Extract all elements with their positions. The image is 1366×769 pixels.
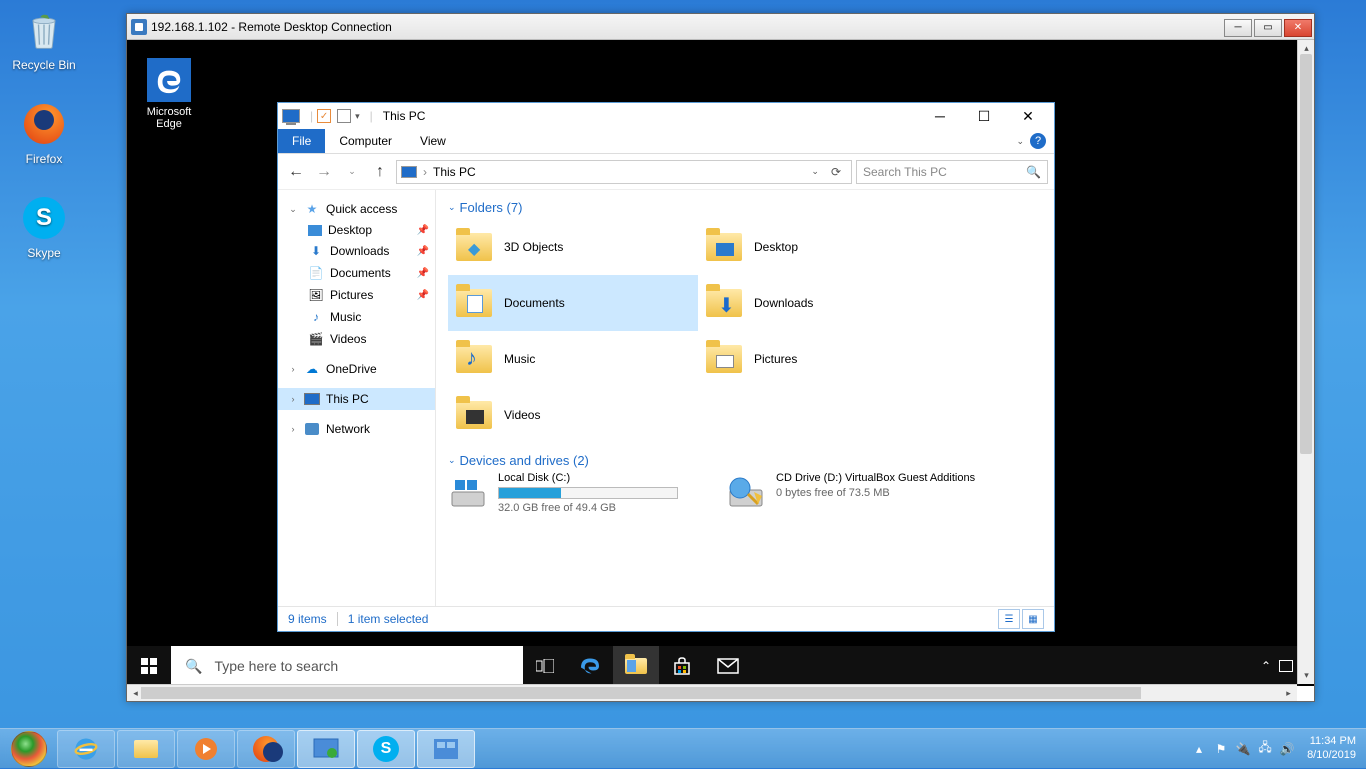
host-taskbar-media[interactable] (177, 730, 235, 768)
tab-file[interactable]: File (278, 129, 325, 153)
tray-show-hidden-icon[interactable]: ▴ (1191, 741, 1207, 757)
taskbar-mail[interactable] (705, 646, 751, 686)
search-box[interactable]: Search This PC 🔍 (856, 160, 1048, 184)
host-system-tray: ▴ ⚑ 🔌 🖧 🔊 11:34 PM 8/10/2019 (1191, 735, 1364, 761)
host-taskbar-ie[interactable] (57, 730, 115, 768)
firefox-icon[interactable]: Firefox (6, 100, 82, 166)
folder-pictures[interactable]: Pictures (698, 331, 948, 387)
folder-documents[interactable]: Documents (448, 275, 698, 331)
nav-desktop[interactable]: Desktop📌 (298, 220, 435, 240)
nav-documents[interactable]: 📄Documents📌 (298, 262, 435, 284)
folder-music[interactable]: ♪Music (448, 331, 698, 387)
host-taskbar-skype[interactable]: S (357, 730, 415, 768)
refresh-icon[interactable]: ⟳ (825, 165, 847, 179)
explorer-minimize-button[interactable]: ─ (918, 103, 962, 129)
rdp-titlebar[interactable]: 192.168.1.102 - Remote Desktop Connectio… (127, 14, 1314, 40)
host-taskbar: S ▴ ⚑ 🔌 🖧 🔊 11:34 PM 8/10/2019 (0, 728, 1366, 768)
tray-clock[interactable]: 11:34 PM 8/10/2019 (1301, 735, 1356, 761)
rdp-title-text: 192.168.1.102 - Remote Desktop Connectio… (151, 20, 392, 34)
rdp-window: 192.168.1.102 - Remote Desktop Connectio… (126, 13, 1315, 702)
host-taskbar-explorer[interactable] (117, 730, 175, 768)
rdp-icon (131, 19, 147, 35)
qat-properties-icon[interactable]: ✓ (317, 109, 331, 123)
status-selected: 1 item selected (348, 612, 429, 626)
nav-quick-access[interactable]: ⌄★Quick access (278, 198, 435, 220)
drive-d[interactable]: CD Drive (D:) VirtualBox Guest Additions… (726, 472, 986, 514)
address-bar[interactable]: › This PC ⌄ ⟳ (396, 160, 852, 184)
host-taskbar-app[interactable] (417, 730, 475, 768)
host-start-button[interactable] (2, 729, 56, 769)
drive-c[interactable]: Local Disk (C:) 32.0 GB free of 49.4 GB (448, 472, 708, 514)
tray-power-icon[interactable]: 🔌 (1235, 741, 1251, 757)
tray-flag-icon[interactable]: ⚑ (1213, 741, 1229, 757)
search-icon: 🔍 (1026, 165, 1041, 179)
section-folders[interactable]: ⌄Folders (7) (448, 196, 1042, 219)
address-dropdown-icon[interactable]: ⌄ (811, 166, 819, 177)
nav-pane: ⌄★Quick access Desktop📌 ⬇Downloads📌 📄Doc… (278, 190, 436, 606)
rdp-viewport: Microsoft Edge | ✓ ▾ | This PC ─ ☐ ✕ (127, 40, 1314, 686)
ribbon-expand-icon[interactable]: ⌄ (1016, 136, 1024, 147)
up-button[interactable]: ↑ (368, 160, 392, 184)
tab-computer[interactable]: Computer (325, 129, 406, 153)
tray-volume-icon[interactable]: 🔊 (1279, 741, 1295, 757)
view-large-icons-icon[interactable]: ▦ (1022, 609, 1044, 629)
host-taskbar-rdp[interactable] (297, 730, 355, 768)
ribbon: File Computer View ⌄ ? (278, 129, 1054, 154)
taskbar-store[interactable] (659, 646, 705, 686)
taskbar-explorer[interactable] (613, 646, 659, 686)
content-pane: ⌄Folders (7) ◆3D Objects Desktop Documen… (436, 190, 1054, 606)
minimize-button[interactable]: ─ (1224, 19, 1252, 37)
maximize-button[interactable]: ▭ (1254, 19, 1282, 37)
nav-videos[interactable]: 🎬Videos (298, 328, 435, 350)
section-drives[interactable]: ⌄Devices and drives (2) (448, 449, 1042, 472)
tray-expand-icon[interactable]: ⌃ (1261, 659, 1271, 673)
address-icon (401, 166, 417, 178)
taskbar-edge[interactable] (567, 646, 613, 686)
status-item-count: 9 items (288, 612, 327, 626)
close-button[interactable]: ✕ (1284, 19, 1312, 37)
nav-network[interactable]: ›Network (278, 418, 435, 440)
folder-videos[interactable]: Videos (448, 387, 698, 443)
recent-locations-button[interactable]: ⌄ (340, 160, 364, 184)
help-icon[interactable]: ? (1030, 133, 1046, 149)
this-pc-icon (282, 109, 300, 123)
nav-onedrive[interactable]: ›☁OneDrive (278, 358, 435, 380)
task-view-button[interactable] (523, 646, 567, 686)
rdp-scrollbar-vertical[interactable]: ▴ ▾ (1297, 40, 1314, 684)
explorer-close-button[interactable]: ✕ (1006, 103, 1050, 129)
forward-button[interactable]: → (312, 160, 336, 184)
window-title: This PC (383, 109, 426, 123)
nav-downloads[interactable]: ⬇Downloads📌 (298, 240, 435, 262)
nav-music[interactable]: ♪Music (298, 306, 435, 328)
nav-this-pc[interactable]: ›This PC (278, 388, 435, 410)
search-icon: 🔍 (185, 658, 202, 675)
qat-new-folder-icon[interactable] (337, 109, 351, 123)
tray-network-icon[interactable]: 🖧 (1257, 741, 1273, 757)
back-button[interactable]: ← (284, 160, 308, 184)
nav-pictures[interactable]: 🖼Pictures📌 (298, 284, 435, 306)
nav-bar: ← → ⌄ ↑ › This PC ⌄ ⟳ Search This PC 🔍 (278, 154, 1054, 190)
view-details-icon[interactable]: ☰ (998, 609, 1020, 629)
explorer-maximize-button[interactable]: ☐ (962, 103, 1006, 129)
folder-3d-objects[interactable]: ◆3D Objects (448, 219, 698, 275)
qat-dropdown-icon[interactable]: ▾ (355, 111, 360, 122)
tab-view[interactable]: View (406, 129, 460, 153)
recycle-bin-icon[interactable]: Recycle Bin (6, 6, 82, 72)
remote-desktop: Microsoft Edge | ✓ ▾ | This PC ─ ☐ ✕ (127, 40, 1299, 686)
remote-taskbar: 🔍 Type here to search ⌃ (127, 646, 1299, 686)
explorer-titlebar[interactable]: | ✓ ▾ | This PC ─ ☐ ✕ (278, 103, 1054, 129)
taskbar-search[interactable]: 🔍 Type here to search (171, 646, 523, 686)
host-taskbar-firefox[interactable] (237, 730, 295, 768)
file-explorer-window: | ✓ ▾ | This PC ─ ☐ ✕ File Computer View (277, 102, 1055, 632)
folder-desktop[interactable]: Desktop (698, 219, 948, 275)
rdp-scrollbar-horizontal[interactable]: ◂ ▸ (127, 684, 1297, 701)
edge-desktop-icon[interactable]: Microsoft Edge (137, 58, 201, 130)
folder-downloads[interactable]: ⬇Downloads (698, 275, 948, 331)
action-center-icon[interactable] (1279, 660, 1293, 672)
status-bar: 9 items 1 item selected ☰ ▦ (278, 606, 1054, 631)
skype-icon[interactable]: S Skype (6, 194, 82, 260)
start-button[interactable] (127, 646, 171, 686)
